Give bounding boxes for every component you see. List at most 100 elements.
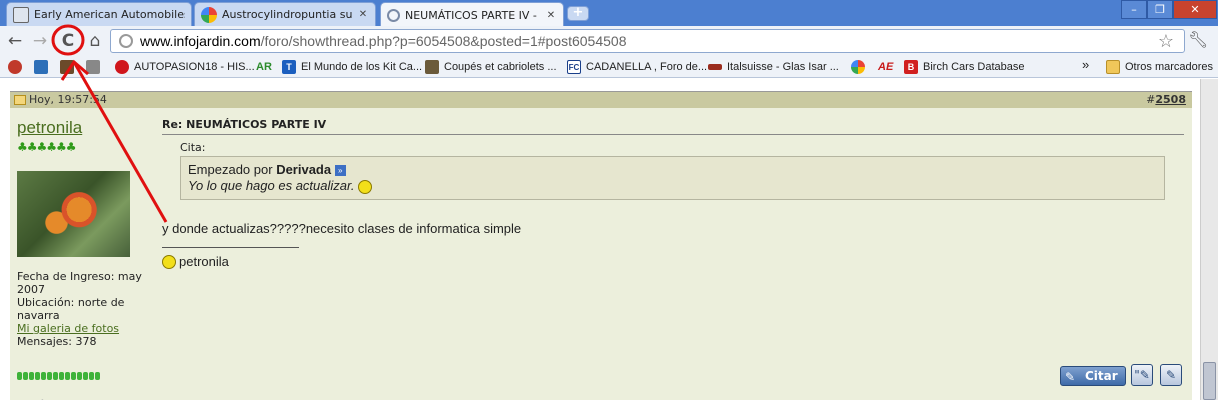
- signature-text: petronila: [179, 254, 229, 269]
- smiley-icon: [358, 179, 373, 194]
- bookmark-favicon-icon: [425, 60, 439, 74]
- url-host: www.infojardin.com: [140, 33, 261, 49]
- bookmark-item[interactable]: [34, 58, 48, 76]
- post-date: Hoy, 19:57:54: [29, 93, 107, 106]
- folder-icon: [1106, 60, 1120, 74]
- bookmark-item[interactable]: [60, 58, 74, 76]
- tab-title: Early American Automobiles Pa: [34, 8, 185, 21]
- bookmark-label: Italsuisse - Glas Isar ...: [727, 61, 839, 73]
- car-favicon-icon: [708, 64, 722, 70]
- username-link[interactable]: petronila: [17, 118, 82, 138]
- bookmark-label: AR: [256, 61, 272, 73]
- bookmark-label: El Mundo de los Kit Ca...: [301, 61, 423, 73]
- bookmark-ae[interactable]: AE: [878, 58, 893, 76]
- google-favicon-icon: [201, 6, 217, 23]
- join-date: Fecha de Ingreso: may 2007: [17, 270, 142, 296]
- bookmark-italsuisse[interactable]: Italsuisse - Glas Isar ...: [708, 58, 839, 76]
- bookmark-birch-cars[interactable]: B Birch Cars Database: [904, 58, 1025, 76]
- multi-quote-button[interactable]: "✎: [1131, 364, 1153, 386]
- quote-box: Empezado por Derivada » Yo lo que hago e…: [180, 156, 1165, 200]
- bookmark-favicon-icon: [60, 60, 74, 74]
- post-status-icon: [14, 94, 26, 105]
- close-tab-icon[interactable]: ✕: [545, 10, 557, 21]
- grin-smiley-icon: [162, 254, 176, 269]
- tab-early-american-automobiles[interactable]: Early American Automobiles Pa: [6, 2, 192, 26]
- bookmark-item[interactable]: [851, 58, 865, 76]
- google-favicon-icon: [851, 60, 865, 74]
- vodafone-favicon-icon: [115, 60, 129, 74]
- divider: [162, 134, 1184, 135]
- close-window-button[interactable]: ✕: [1173, 0, 1217, 19]
- other-bookmarks[interactable]: Otros marcadores: [1106, 58, 1213, 76]
- post-number-link[interactable]: 2508: [1155, 93, 1186, 106]
- reputation-bar: [17, 372, 100, 380]
- tab-title: NEUMÁTICOS PARTE IV - Pági: [405, 8, 540, 22]
- bookmark-favicon-icon: [34, 60, 48, 74]
- user-details: Fecha de Ingreso: may 2007 Ubicación: no…: [17, 270, 152, 348]
- quote-label: Cita:: [180, 141, 206, 154]
- avatar[interactable]: [17, 171, 130, 257]
- bookmark-star-icon[interactable]: ☆: [1158, 30, 1174, 52]
- bookmark-favicon-icon: [8, 60, 22, 74]
- quote-pencil-icon: ✎: [1065, 370, 1076, 384]
- bookmark-label: Birch Cars Database: [923, 61, 1025, 73]
- quote-author: Derivada: [276, 162, 332, 177]
- quote-button-label: Citar: [1085, 369, 1118, 383]
- post-message: y donde actualizas?????necesito clases d…: [162, 221, 522, 236]
- post-number: #2508: [1146, 93, 1186, 106]
- new-tab-button[interactable]: +: [567, 6, 589, 21]
- post-date-wrap: Hoy, 19:57:54: [14, 93, 107, 106]
- home-button[interactable]: ⌂: [84, 30, 106, 52]
- navigation-toolbar: ← → C ⌂ www.infojardin.com/foro/showthre…: [0, 26, 1218, 56]
- bookmark-favicon-icon: [86, 60, 100, 74]
- bookmarks-bar: AUTOPASION18 - HIS... AR T El Mundo de lo…: [0, 56, 1218, 78]
- tab-austrocylindropuntia[interactable]: Austrocylindropuntia subulata ✕: [194, 2, 376, 26]
- bookmark-kit-cars[interactable]: T El Mundo de los Kit Ca...: [282, 58, 422, 76]
- bookmark-ar[interactable]: AR: [256, 58, 272, 76]
- bookmark-coupes[interactable]: Coupés et cabriolets ...: [425, 58, 557, 76]
- maximize-button[interactable]: ❐: [1147, 0, 1173, 19]
- bookmark-cadanella[interactable]: FC CADANELLA , Foro de...: [567, 58, 707, 76]
- scrollbar-thumb[interactable]: [1203, 362, 1216, 400]
- bookmark-autopasion[interactable]: AUTOPASION18 - HIS...: [115, 58, 255, 76]
- forward-button[interactable]: →: [29, 30, 51, 52]
- bookmark-item[interactable]: [8, 58, 22, 76]
- user-info-column: petronila ♣♣♣♣♣♣ Fecha de Ingreso: may 2…: [10, 108, 157, 400]
- quote-button[interactable]: ✎ Citar: [1060, 366, 1126, 386]
- bookmark-label: Otros marcadores: [1125, 61, 1214, 73]
- quote-text: Yo lo que hago es actualizar.: [188, 178, 355, 193]
- post-number-prefix: #: [1146, 93, 1156, 106]
- tab-neumaticos[interactable]: NEUMÁTICOS PARTE IV - Pági ✕: [380, 2, 564, 27]
- loading-favicon-icon: [387, 8, 400, 22]
- signature: petronila: [162, 254, 229, 269]
- address-bar[interactable]: www.infojardin.com/foro/showthread.php?p…: [110, 29, 1185, 53]
- reload-button[interactable]: C: [57, 30, 79, 52]
- bookmark-favicon-icon: T: [282, 60, 296, 74]
- post-body: Re: NEUMÁTICOS PARTE IV Cita: Empezado p…: [157, 108, 1192, 400]
- bookmark-label: AUTOPASION18 - HIS...: [134, 61, 255, 73]
- bookmarks-overflow-chevron[interactable]: »: [1082, 57, 1089, 72]
- gallery-link[interactable]: Mi galeria de fotos: [17, 322, 152, 335]
- close-tab-icon[interactable]: ✕: [357, 9, 369, 20]
- bookmark-label: CADANELLA , Foro de...: [586, 61, 708, 73]
- quote-started-by: Empezado por: [188, 162, 273, 177]
- bookmark-favicon-icon: FC: [567, 60, 581, 74]
- title-bar: Early American Automobiles Pa Austrocyli…: [0, 0, 1218, 27]
- signature-divider: [162, 247, 299, 248]
- bookmark-favicon-icon: B: [904, 60, 918, 74]
- page-scrollbar[interactable]: [1200, 79, 1218, 400]
- grid-favicon-icon: [13, 6, 29, 23]
- post-title: Re: NEUMÁTICOS PARTE IV: [162, 118, 327, 131]
- bookmark-label: Coupés et cabriolets ...: [444, 61, 557, 73]
- message-count: Mensajes: 378: [17, 335, 97, 348]
- bookmark-label: AE: [878, 61, 894, 73]
- back-button[interactable]: ←: [4, 30, 26, 52]
- wrench-menu-icon[interactable]: 🔧︎: [1188, 30, 1208, 49]
- minimize-button[interactable]: –: [1121, 0, 1147, 19]
- post-header: Hoy, 19:57:54 #2508: [10, 91, 1192, 108]
- view-post-arrow-icon[interactable]: »: [334, 165, 346, 177]
- tab-title: Austrocylindropuntia subulata: [222, 8, 352, 21]
- quick-reply-button[interactable]: ✎: [1160, 364, 1182, 386]
- location: Ubicación: norte de navarra: [17, 296, 125, 322]
- bookmark-item[interactable]: [86, 58, 100, 76]
